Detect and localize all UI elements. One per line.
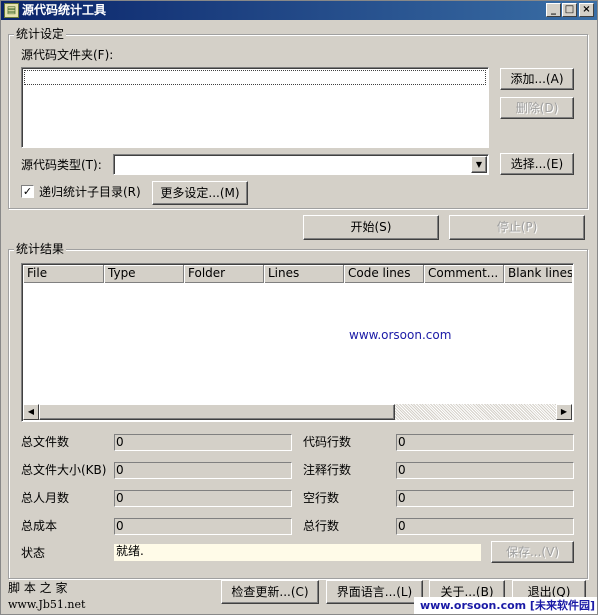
title-bar[interactable]: ▤ 源代码统计工具 _ □ × [1, 1, 597, 20]
recurse-checkbox[interactable]: ✓ [21, 185, 34, 198]
select-button[interactable]: 选择...(E) [500, 153, 574, 175]
column-file[interactable]: File [23, 265, 104, 283]
status-field: 就绪. [114, 544, 481, 561]
results-list[interactable]: File Type Folder Lines Code lines Commen… [21, 263, 574, 422]
total-size-label: 总文件大小(KB) [21, 463, 107, 477]
minimize-button[interactable]: _ [546, 3, 561, 17]
chevron-down-icon: ▼ [475, 160, 483, 169]
man-months-label: 总人月数 [21, 491, 70, 505]
add-button[interactable]: 添加...(A) [500, 68, 574, 90]
man-months-field: 0 [114, 490, 292, 507]
source-folder-focus [24, 70, 486, 85]
more-settings-button[interactable]: 更多设定...(M) [152, 181, 248, 205]
scrollbar-track[interactable] [395, 404, 556, 420]
column-comment-lines[interactable]: Comment... [424, 265, 504, 283]
settings-group-title: 统计设定 [14, 27, 67, 41]
comment-lines-field: 0 [396, 462, 574, 479]
column-folder[interactable]: Folder [184, 265, 264, 283]
app-window: ▤ 源代码统计工具 _ □ × 统计设定 源代码文件夹(F): 添加...(A)… [0, 0, 598, 615]
stop-button[interactable]: 停止(P) [449, 215, 585, 240]
scroll-right-button[interactable]: ▶ [556, 404, 572, 420]
recurse-label[interactable]: 递归统计子目录(R) [39, 185, 141, 199]
total-files-label: 总文件数 [21, 435, 70, 449]
blank-lines-label: 空行数 [303, 491, 340, 505]
column-lines[interactable]: Lines [264, 265, 344, 283]
maximize-button[interactable]: □ [562, 3, 577, 17]
column-blank-lines[interactable]: Blank lines [504, 265, 572, 283]
results-list-header: File Type Folder Lines Code lines Commen… [23, 265, 572, 283]
source-folder-list[interactable] [21, 67, 489, 148]
arrow-left-icon: ◀ [27, 407, 35, 416]
total-size-field: 0 [114, 462, 292, 479]
language-button[interactable]: 界面语言...(L) [326, 580, 423, 604]
scrollbar-thumb[interactable] [39, 404, 395, 420]
close-button[interactable]: × [579, 3, 594, 17]
save-button[interactable]: 保存...(V) [491, 541, 574, 563]
window-title: 源代码统计工具 [22, 3, 107, 17]
scroll-left-button[interactable]: ◀ [23, 404, 39, 420]
jb51-watermark-url: www.Jb51.net [8, 598, 86, 611]
maximize-icon: □ [564, 4, 575, 15]
code-lines-label: 代码行数 [303, 435, 352, 449]
checkmark-icon: ✓ [22, 185, 33, 198]
horizontal-scrollbar[interactable]: ◀ ▶ [23, 404, 572, 420]
arrow-right-icon: ▶ [560, 407, 568, 416]
total-cost-field: 0 [114, 518, 292, 535]
total-lines-field: 0 [396, 518, 574, 535]
total-files-field: 0 [114, 434, 292, 451]
results-group-title: 统计结果 [14, 242, 67, 256]
source-type-combobox[interactable]: ▼ [113, 154, 489, 175]
orsoon-watermark: www.orsoon.com [349, 328, 452, 342]
blank-lines-field: 0 [396, 490, 574, 507]
total-lines-label: 总行数 [303, 519, 340, 533]
orsoon-footer-watermark: www.orsoon.com [未来软件园] [414, 597, 597, 614]
code-lines-field: 0 [396, 434, 574, 451]
source-folder-label: 源代码文件夹(F): [21, 48, 114, 62]
status-label: 状态 [21, 546, 46, 560]
minimize-icon: _ [551, 4, 556, 15]
source-type-label: 源代码类型(T): [21, 158, 102, 172]
comment-lines-label: 注释行数 [303, 463, 352, 477]
dropdown-button[interactable]: ▼ [471, 156, 487, 173]
column-type[interactable]: Type [104, 265, 184, 283]
app-icon: ▤ [4, 3, 19, 18]
check-update-button[interactable]: 检查更新...(C) [221, 580, 319, 604]
close-icon: × [582, 4, 591, 15]
column-code-lines[interactable]: Code lines [344, 265, 424, 283]
remove-button[interactable]: 删除(D) [500, 97, 574, 119]
total-cost-label: 总成本 [21, 519, 58, 533]
jb51-watermark-title: 脚 本 之 家 [8, 581, 68, 595]
start-button[interactable]: 开始(S) [303, 215, 439, 240]
